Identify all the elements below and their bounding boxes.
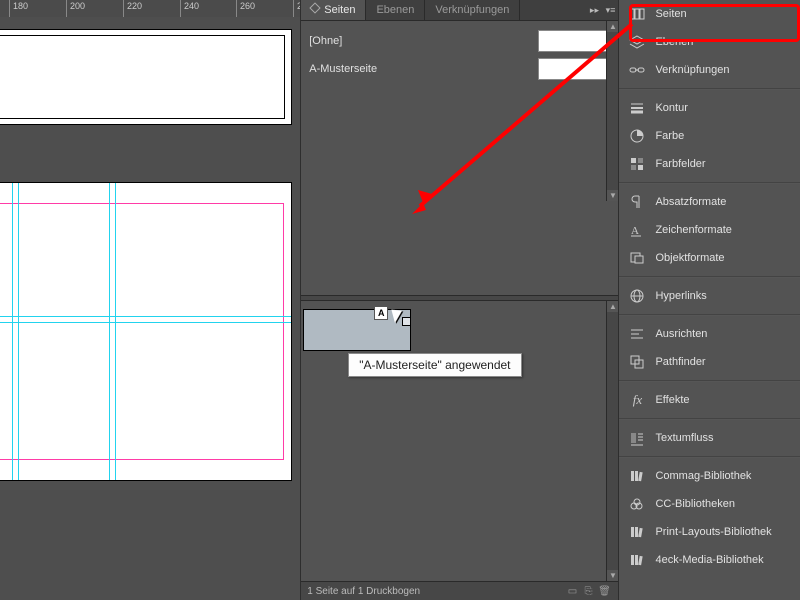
pages-icon [629,6,645,22]
tab-links[interactable]: Verknüpfungen [425,0,520,20]
text-wrap-icon [629,430,645,446]
sidebar-item-effekte[interactable]: fx Effekte [619,386,800,414]
align-icon [629,326,645,342]
layers-icon [629,34,645,50]
pages-panel[interactable]: Seiten Ebenen Verknüpfungen ▸▸ ▾≡ [Ohne]… [300,0,619,600]
library-icon [629,524,645,540]
master-a-row[interactable]: A-Musterseite [309,55,610,83]
master-none-thumb[interactable] [538,30,610,52]
hyperlinks-icon [629,288,645,304]
character-styles-icon: A [629,222,645,238]
scroll-down-icon[interactable]: ▼ [607,190,618,201]
master-none-row[interactable]: [Ohne] [309,27,610,55]
tooltip: "A-Musterseite" angewendet [348,353,521,377]
sidebar-item-print-layouts-bibliothek[interactable]: Print-Layouts-Bibliothek [619,518,800,546]
tab-layers[interactable]: Ebenen [366,0,425,20]
sidebar-item-verknuepfungen[interactable]: Verknüpfungen [619,56,800,84]
sidebar-item-hyperlinks[interactable]: Hyperlinks [619,282,800,310]
scroll-down-icon[interactable]: ▼ [607,570,618,581]
sidebar-item-textumfluss[interactable]: Textumfluss [619,424,800,452]
sidebar-item-absatzformate[interactable]: Absatzformate [619,188,800,216]
master-a-thumb[interactable] [538,58,610,80]
swatches-icon [629,156,645,172]
cc-libraries-icon [629,496,645,512]
scroll-up-icon[interactable]: ▲ [607,301,618,312]
sidebar-item-objektformate[interactable]: Objektformate [619,244,800,272]
sidebar-item-4eck-media-bibliothek[interactable]: 4eck-Media-Bibliothek [619,546,800,574]
stroke-icon [629,100,645,116]
panel-menu-icon[interactable]: ▾≡ [602,0,618,20]
document-canvas[interactable] [0,0,300,600]
sidebar-item-farbe[interactable]: Farbe [619,122,800,150]
object-styles-icon [629,250,645,266]
delete-page-icon[interactable]: 🗑 [596,586,612,597]
links-icon [629,62,645,78]
tab-pages[interactable]: Seiten [301,0,366,20]
sidebar-item-commag-bibliothek[interactable]: Commag-Bibliothek [619,462,800,490]
sidebar-item-ebenen[interactable]: Ebenen [619,28,800,56]
library-icon [629,552,645,568]
sidebar-item-kontur[interactable]: Kontur [619,94,800,122]
paragraph-styles-icon [629,194,645,210]
panel-dock: Seiten Ebenen Verknüpfungen Kontur Farbe… [619,0,800,600]
master-badge: A [374,306,388,320]
page-thumb-above [0,29,292,125]
svg-text:A: A [631,225,639,237]
sidebar-item-seiten[interactable]: Seiten [619,0,800,28]
page-1-thumb[interactable]: A [303,309,411,351]
document-pages-list[interactable]: A "A-Musterseite" angewendet ▲ ▼ [301,301,618,581]
sidebar-item-pathfinder[interactable]: Pathfinder [619,348,800,376]
scroll-up-icon[interactable]: ▲ [607,21,618,32]
new-page-icon[interactable]: ⎘ [580,586,596,597]
pages-panel-status: 1 Seite auf 1 Druckbogen ▭ ⎘ 🗑 [301,581,618,600]
color-icon [629,128,645,144]
panel-collapse-icon[interactable]: ▸▸ [586,0,602,20]
sidebar-item-zeichenformate[interactable]: A Zeichenformate [619,216,800,244]
sidebar-item-cc-bibliotheken[interactable]: CC-Bibliotheken [619,490,800,518]
library-icon [629,468,645,484]
page-current[interactable] [0,182,292,481]
pathfinder-icon [629,354,645,370]
horizontal-ruler[interactable] [0,0,300,18]
effects-icon: fx [629,392,645,408]
sidebar-item-farbfelder[interactable]: Farbfelder [619,150,800,178]
master-pages-list: [Ohne] A-Musterseite ▲ ▼ [301,21,618,197]
edit-page-size-icon[interactable]: ▭ [564,586,580,597]
sidebar-item-ausrichten[interactable]: Ausrichten [619,320,800,348]
